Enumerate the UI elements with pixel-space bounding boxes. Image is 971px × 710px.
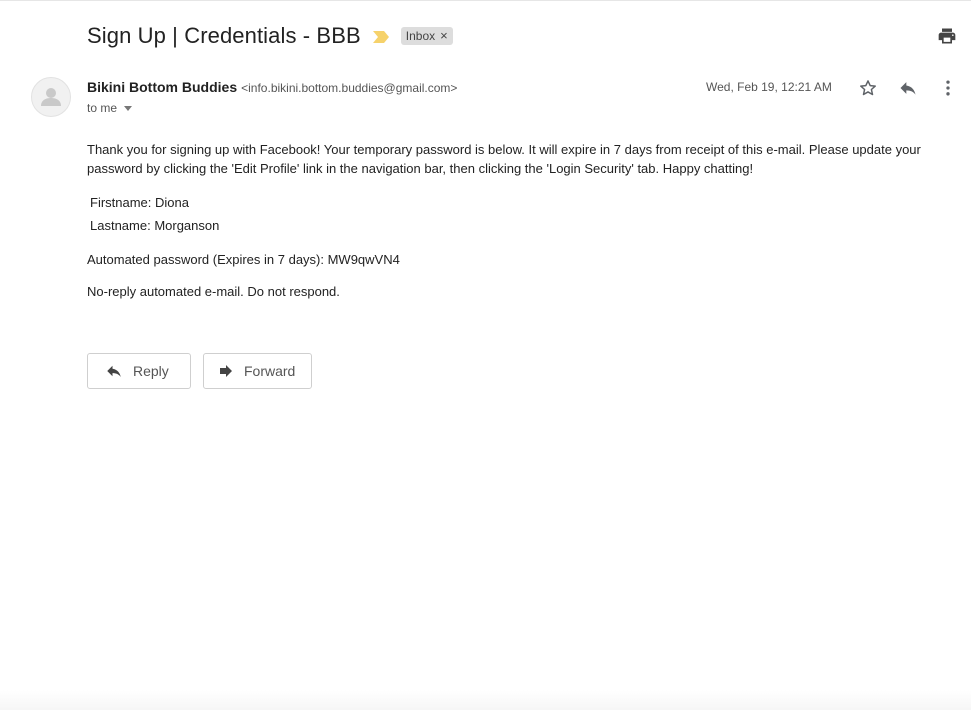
more-vert-icon — [946, 80, 950, 96]
inbox-label-text: Inbox — [405, 29, 436, 43]
sender-name[interactable]: Bikini Bottom Buddies — [87, 79, 237, 95]
inbox-label-chip[interactable]: Inbox × — [400, 27, 453, 45]
recipient-row: to me — [87, 100, 133, 116]
email-body: Thank you for signing up with Facebook! … — [87, 140, 937, 178]
star-button[interactable] — [856, 76, 880, 100]
body-paragraph: Thank you for signing up with Facebook! … — [87, 142, 921, 176]
forward-button-label: Forward — [244, 363, 296, 379]
forward-button[interactable]: Forward — [203, 353, 312, 389]
print-button[interactable] — [936, 25, 958, 47]
lastname-line: Lastname: Morganson — [90, 218, 220, 233]
reply-button-label: Reply — [133, 363, 169, 379]
reply-icon — [105, 362, 123, 380]
credential-fields: Firstname: Diona Lastname: Morganson — [90, 194, 219, 240]
forward-icon — [217, 362, 235, 380]
sender-email: <info.bikini.bottom.buddies@gmail.com> — [241, 81, 458, 95]
star-icon — [860, 80, 876, 96]
firstname-line: Firstname: Diona — [90, 195, 189, 210]
more-options-button[interactable] — [936, 76, 960, 100]
default-avatar-icon — [41, 88, 61, 106]
password-line: Automated password (Expires in 7 days): … — [87, 252, 400, 267]
noreply-notice: No-reply automated e-mail. Do not respon… — [87, 284, 340, 299]
email-date: Wed, Feb 19, 12:21 AM — [706, 80, 832, 94]
reply-icon — [900, 82, 916, 95]
reply-button[interactable]: Reply — [87, 353, 191, 389]
sender-avatar[interactable] — [31, 77, 71, 117]
print-icon — [938, 28, 956, 44]
chevron-down-icon[interactable] — [124, 105, 133, 111]
remove-label-icon[interactable]: × — [440, 29, 448, 42]
email-subject: Sign Up | Credentials - BBB — [87, 23, 361, 48]
bottom-edge — [0, 690, 971, 710]
reply-header-button[interactable] — [896, 76, 920, 100]
top-divider — [0, 0, 971, 1]
importance-marker-icon[interactable] — [372, 30, 389, 43]
sender-row: Bikini Bottom Buddies <info.bikini.botto… — [87, 79, 457, 97]
recipient-label: to me — [87, 101, 118, 115]
subject-row: Sign Up | Credentials - BBB Inbox × — [87, 20, 453, 52]
